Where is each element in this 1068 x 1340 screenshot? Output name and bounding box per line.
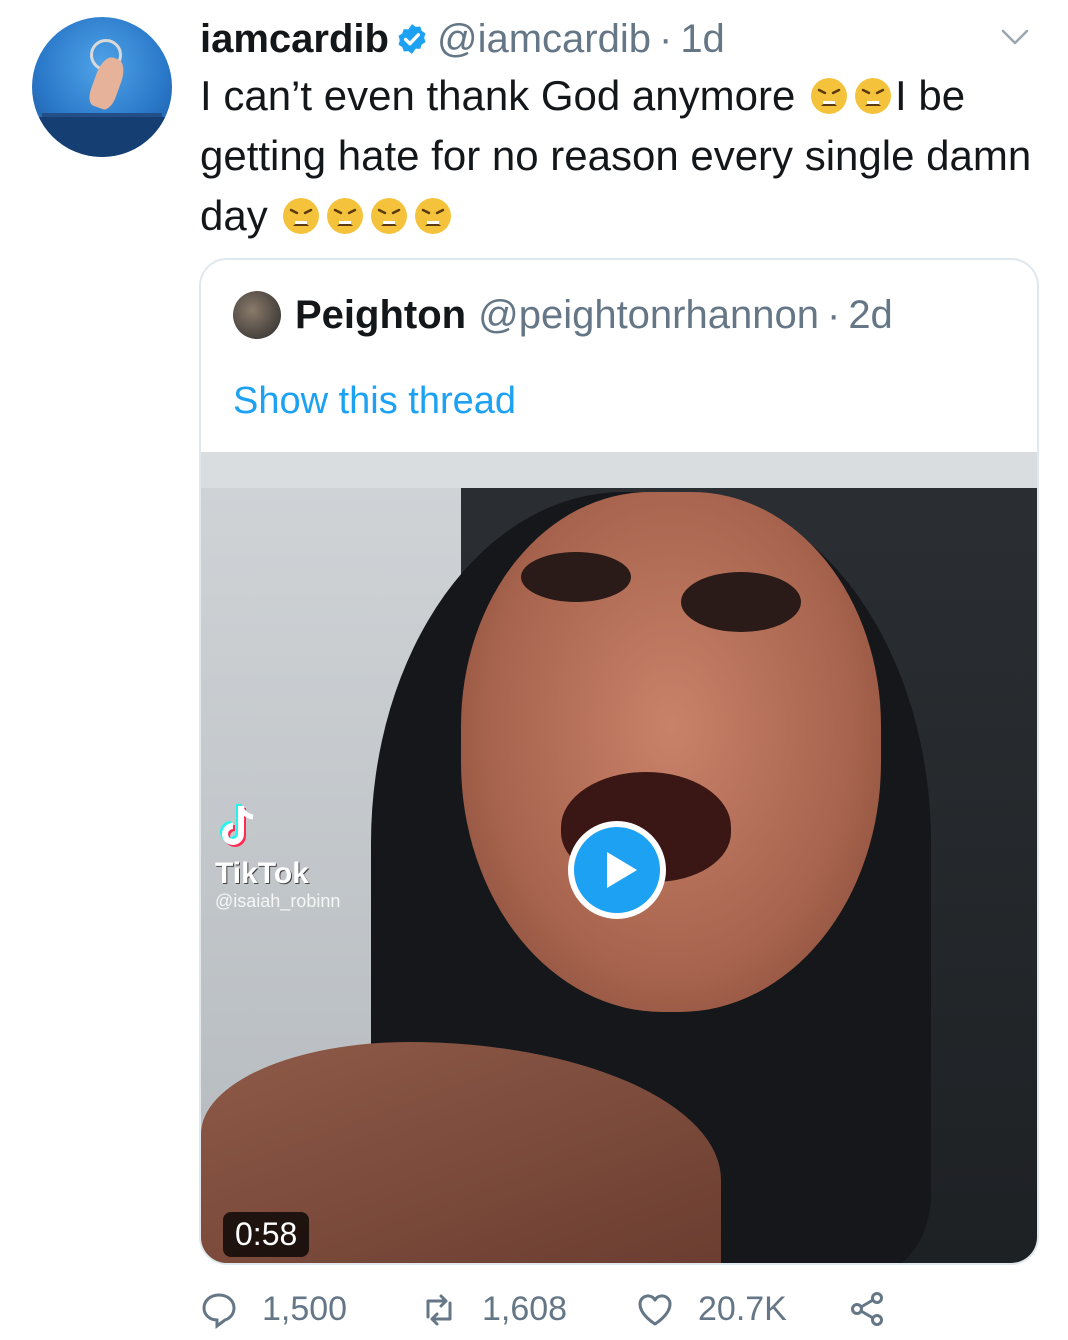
share-icon bbox=[851, 1292, 883, 1326]
reply-button[interactable]: 1,500 bbox=[200, 1290, 347, 1329]
quoted-tweet-time: 2d bbox=[848, 292, 893, 337]
author-handle[interactable]: @iamcardib bbox=[437, 17, 651, 62]
quoted-tweet-card[interactable]: Peighton @peightonrhannon · 2d Show this… bbox=[199, 258, 1039, 1265]
chevron-down-icon[interactable] bbox=[1000, 28, 1030, 46]
tweet-time[interactable]: 1d bbox=[680, 17, 725, 62]
tiktok-logo-icon bbox=[220, 804, 254, 847]
quoted-header-separator: · bbox=[826, 292, 841, 337]
header-separator: · bbox=[658, 16, 673, 61]
tweet-text: I can’t even thank God anymore I be gett… bbox=[200, 66, 1040, 246]
weary-face-emoji-icon bbox=[811, 78, 848, 114]
reply-count: 1,500 bbox=[262, 1290, 348, 1328]
share-button[interactable] bbox=[848, 1290, 910, 1328]
tweet-header: iamcardib @iamcardib · 1d bbox=[200, 14, 725, 64]
video-duration-badge: 0:58 bbox=[223, 1212, 310, 1257]
tweet-actions-bar: 1,500 1,608 20.7K bbox=[200, 1290, 1040, 1340]
retweet-button[interactable]: 1,608 bbox=[420, 1290, 567, 1329]
video-subject-eye bbox=[681, 572, 801, 632]
retweet-icon bbox=[426, 1294, 452, 1325]
weary-face-emoji-icon bbox=[371, 198, 408, 234]
weary-face-emoji-icon bbox=[415, 198, 452, 234]
tiktok-username: @isaiah_robinn bbox=[215, 891, 341, 911]
verified-badge-icon bbox=[398, 24, 426, 54]
like-count: 20.7K bbox=[698, 1290, 787, 1328]
tiktok-watermark: TikTok @isaiah_robinn bbox=[215, 802, 340, 912]
weary-face-emoji-icon bbox=[327, 198, 364, 234]
author-name[interactable]: iamcardib bbox=[200, 17, 389, 62]
play-icon[interactable] bbox=[567, 820, 667, 920]
like-button[interactable]: 20.7K bbox=[636, 1290, 787, 1329]
quoted-tweet-header: Peighton @peightonrhannon · 2d bbox=[233, 290, 893, 340]
quoted-author-name: Peighton bbox=[295, 292, 467, 337]
tweet-text-part1: I can’t even thank God anymore bbox=[200, 72, 796, 119]
weary-face-emoji-icon bbox=[855, 78, 892, 114]
heart-icon bbox=[638, 1293, 672, 1325]
video-top-strip bbox=[201, 452, 1037, 488]
video-player[interactable]: TikTok @isaiah_robinn 0:58 bbox=[201, 452, 1037, 1263]
show-thread-link[interactable]: Show this thread bbox=[233, 380, 516, 423]
retweet-count: 1,608 bbox=[482, 1290, 568, 1328]
video-subject-eye bbox=[521, 552, 631, 602]
tiktok-brand-text: TikTok bbox=[215, 857, 309, 890]
avatar-ground bbox=[32, 117, 172, 157]
reply-icon bbox=[202, 1292, 236, 1329]
weary-face-emoji-icon bbox=[283, 198, 320, 234]
author-avatar[interactable] bbox=[32, 17, 172, 157]
quoted-author-avatar bbox=[233, 291, 281, 339]
quoted-author-handle: @peightonrhannon bbox=[478, 292, 819, 337]
